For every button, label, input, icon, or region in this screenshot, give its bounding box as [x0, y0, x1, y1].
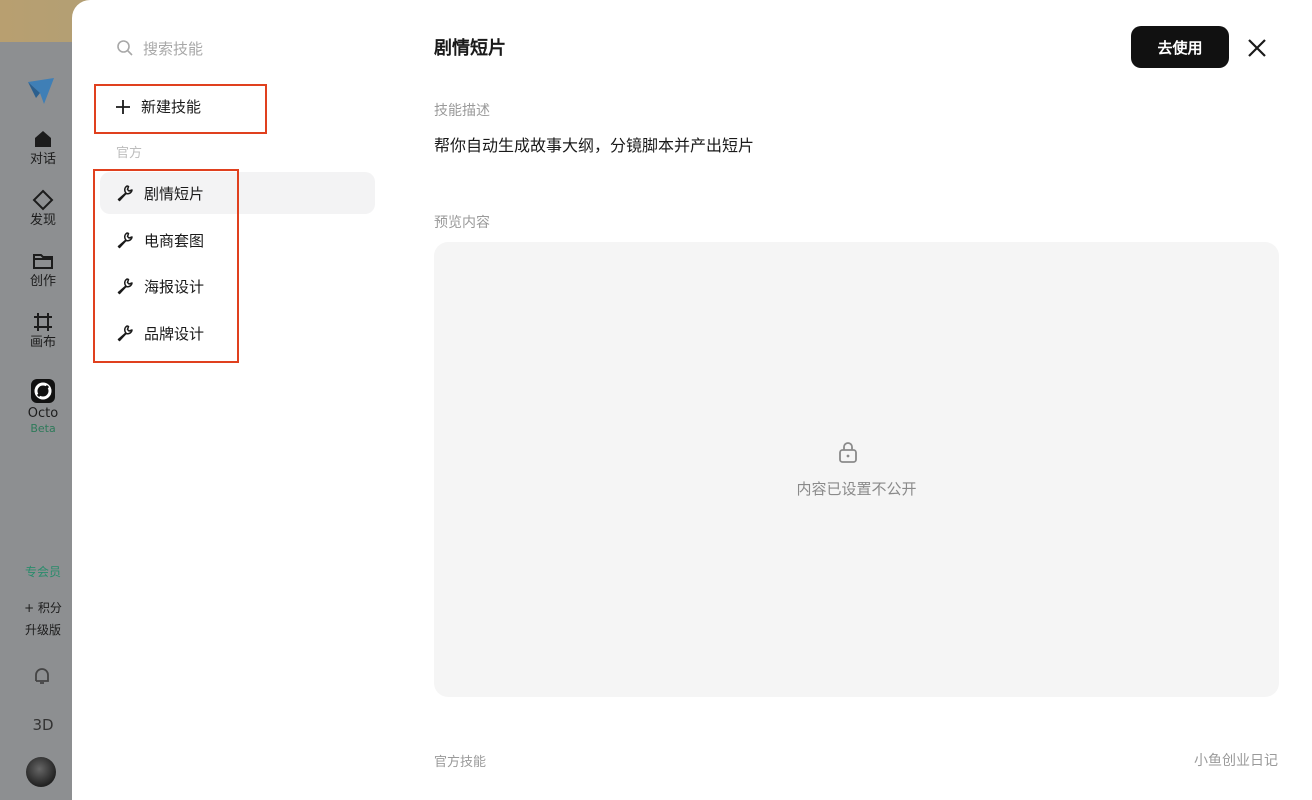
use-button[interactable]: 去使用 [1131, 26, 1229, 68]
wrench-icon [117, 185, 133, 202]
folder-icon [33, 254, 53, 269]
section-label-official: 官方 [116, 146, 143, 161]
home-icon [35, 131, 51, 147]
author-name: 小鱼创业日记 [1194, 753, 1278, 769]
close-icon[interactable] [1244, 35, 1270, 61]
skill-description: 帮你自动生成故事大纲，分镜脚本并产出短片 [434, 136, 755, 155]
preview-panel [434, 242, 1279, 697]
avatar[interactable] [26, 757, 56, 787]
skill-item-story-short[interactable]: 剧情短片 [100, 172, 375, 214]
skill-item-ecommerce-set[interactable]: 电商套图 [100, 219, 375, 261]
skill-item-label: 剧情短片 [144, 184, 205, 203]
octo-icon [31, 379, 55, 403]
wrench-icon [117, 232, 133, 249]
wrench-icon [117, 278, 133, 295]
new-skill-label: 新建技能 [141, 98, 202, 116]
skill-item-brand-design[interactable]: 品牌设计 [100, 312, 375, 354]
description-label: 技能描述 [434, 103, 490, 119]
footer-label: 官方技能 [434, 755, 487, 770]
new-skill-button[interactable]: 新建技能 [115, 96, 201, 117]
skill-item-label: 品牌设计 [144, 324, 205, 343]
canvas-icon [34, 313, 52, 331]
plus-icon [116, 99, 130, 114]
bell-icon[interactable] [32, 666, 52, 686]
app-logo-icon [28, 78, 54, 104]
wrench-icon [117, 325, 133, 342]
skill-item-label: 海报设计 [144, 277, 205, 296]
lock-icon [839, 442, 857, 463]
preview-label: 预览内容 [434, 215, 490, 231]
search-placeholder: 搜索技能 [143, 39, 204, 58]
search-icon [117, 40, 133, 56]
page-title: 剧情短片 [434, 38, 506, 59]
diamond-icon [32, 189, 54, 211]
search-bar[interactable]: 搜索技能 [116, 36, 376, 60]
skill-item-poster-design[interactable]: 海报设计 [100, 265, 375, 307]
locked-message: 内容已设置不公开 [796, 480, 917, 498]
skill-item-label: 电商套图 [144, 231, 205, 250]
